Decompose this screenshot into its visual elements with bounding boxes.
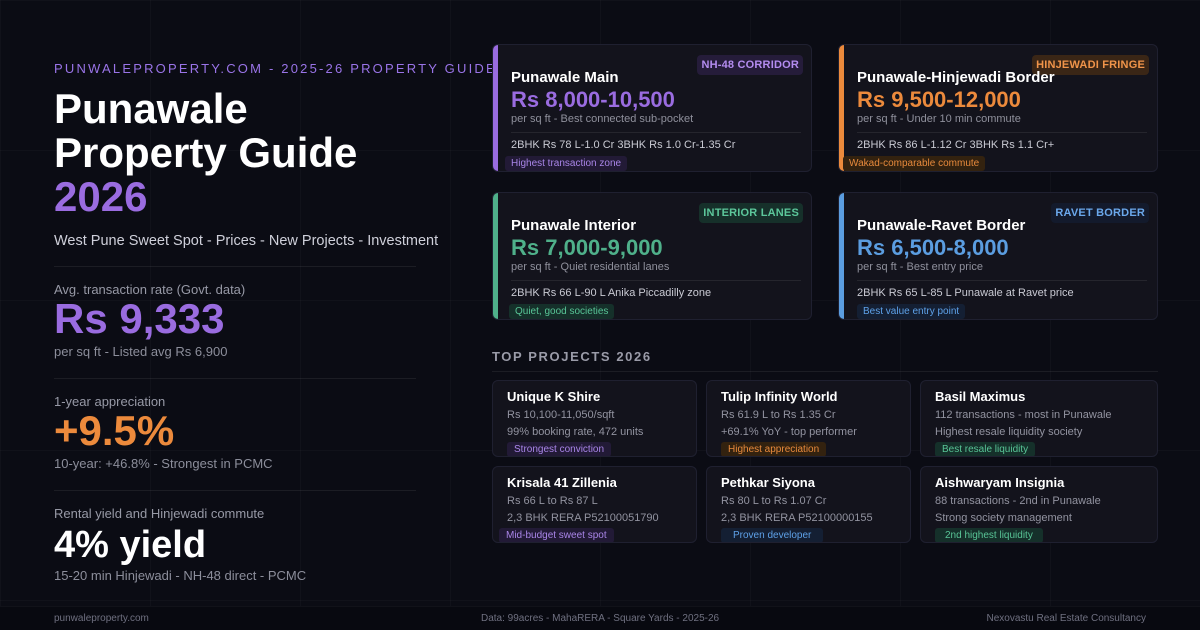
zone-tag: INTERIOR LANES (699, 203, 803, 223)
zone-detail: 2BHK Rs 66 L-90 L Anika Piccadilly zone (511, 287, 712, 299)
zone-price: Rs 7,000-9,000 (511, 235, 663, 260)
divider (54, 490, 416, 491)
stat-note: per sq ft - Listed avg Rs 6,900 (54, 344, 228, 359)
zone-detail: 2BHK Rs 65 L-85 L Punawale at Ravet pric… (857, 287, 1074, 299)
project-badge: Proven developer (721, 528, 824, 542)
zone-name: Punawale Interior (511, 217, 637, 234)
section-title: TOP PROJECTS 2026 (492, 349, 652, 364)
project-card[interactable]: Aishwaryam Insignia 88 transactions - 2n… (920, 466, 1158, 543)
footer: punwaleproperty.com Data: 99acres - Maha… (0, 606, 1200, 630)
zone-name: Punawale-Ravet Border (857, 217, 1026, 234)
project-detail: 2,3 BHK RERA P52100000155 (721, 512, 873, 524)
zone-price: Rs 9,500-12,000 (857, 87, 1021, 112)
stat-note: 15-20 min Hinjewadi - NH-48 direct - PCM… (54, 568, 307, 583)
project-detail: Strong society management (935, 512, 1072, 524)
project-badge: Mid-budget sweet spot (499, 528, 614, 542)
stat-value: +9.5% (54, 407, 175, 454)
zone-separator (857, 132, 1147, 133)
title-line-2: Property Guide (54, 129, 358, 176)
project-detail: Rs 10,100-11,050/sqft (507, 409, 615, 421)
page-title: Punawale Property Guide 2026 (54, 87, 454, 219)
zone-name: Punawale-Hinjewadi Border (857, 69, 1055, 86)
project-badge: Strongest conviction (507, 442, 612, 456)
project-name: Basil Maximus (935, 389, 1026, 404)
zone-card-hinjewadi-border[interactable]: HINJEWADI FRINGE Punawale-Hinjewadi Bord… (838, 44, 1158, 172)
zone-tag: RAVET BORDER (1051, 203, 1149, 223)
divider (54, 266, 416, 267)
project-card[interactable]: Pethkar Siyona Rs 80 L to Rs 1.07 Cr 2,3… (706, 466, 911, 543)
project-name: Pethkar Siyona (721, 475, 815, 490)
stat-note: 10-year: +46.8% - Strongest in PCMC (54, 456, 273, 471)
stat-label: Rental yield and Hinjewadi commute (54, 506, 265, 521)
zone-note: Highest transaction zone (505, 156, 628, 171)
project-name: Tulip Infinity World (721, 389, 838, 404)
zone-accent-bar (493, 193, 498, 319)
stat-value: Rs 9,333 (54, 295, 225, 342)
project-name: Unique K Shire (507, 389, 601, 404)
zone-detail: 2BHK Rs 86 L-1.12 Cr 3BHK Rs 1.1 Cr+ (857, 139, 1055, 151)
zone-note: Quiet, good societies (509, 304, 615, 319)
section-divider (492, 371, 1158, 372)
title-line-1: Punawale (54, 85, 248, 132)
zone-note: Wakad-comparable commute (843, 156, 986, 171)
zone-name: Punawale Main (511, 69, 619, 86)
zone-unit: per sq ft - Best entry price (857, 261, 983, 273)
zone-accent-bar (493, 45, 498, 171)
zone-accent-bar (839, 45, 844, 171)
zone-note: Best value entry point (857, 304, 966, 319)
stat-value: 4% yield (54, 524, 207, 566)
zone-price: Rs 6,500-8,000 (857, 235, 1009, 260)
project-detail: +69.1% YoY - top performer (721, 426, 857, 438)
title-year: 2026 (54, 173, 148, 220)
project-detail: 99% booking rate, 472 units (507, 426, 644, 438)
footer-company: Nexovastu Real Estate Consultancy (986, 613, 1146, 624)
project-card[interactable]: Unique K Shire Rs 10,100-11,050/sqft 99%… (492, 380, 697, 457)
project-card[interactable]: Tulip Infinity World Rs 61.9 L to Rs 1.3… (706, 380, 911, 457)
page-subtitle: West Pune Sweet Spot - Prices - New Proj… (54, 233, 439, 249)
project-detail: Highest resale liquidity society (935, 426, 1083, 438)
project-badge: Highest appreciation (721, 442, 827, 456)
project-detail: Rs 61.9 L to Rs 1.35 Cr (721, 409, 836, 421)
zone-card-ravet-border[interactable]: RAVET BORDER Punawale-Ravet Border Rs 6,… (838, 192, 1158, 320)
project-detail: Rs 66 L to Rs 87 L (507, 495, 598, 507)
zone-separator (857, 280, 1147, 281)
project-name: Aishwaryam Insignia (935, 475, 1065, 490)
project-detail: 88 transactions - 2nd in Punawale (935, 495, 1101, 507)
project-card[interactable]: Basil Maximus 112 transactions - most in… (920, 380, 1158, 457)
zone-detail: 2BHK Rs 78 L-1.0 Cr 3BHK Rs 1.0 Cr-1.35 … (511, 139, 736, 151)
project-detail: 112 transactions - most in Punawale (935, 409, 1112, 421)
footer-site-link[interactable]: punwaleproperty.com (54, 613, 149, 624)
zone-unit: per sq ft - Under 10 min commute (857, 113, 1021, 125)
project-detail: Rs 80 L to Rs 1.07 Cr (721, 495, 827, 507)
project-badge: Best resale liquidity (935, 442, 1036, 456)
divider (54, 378, 416, 379)
zone-accent-bar (839, 193, 844, 319)
project-badge: 2nd highest liquidity (935, 528, 1043, 542)
zone-unit: per sq ft - Best connected sub-pocket (511, 113, 694, 125)
zone-separator (511, 132, 801, 133)
zone-unit: per sq ft - Quiet residential lanes (511, 261, 670, 273)
zone-card-interior[interactable]: INTERIOR LANES Punawale Interior Rs 7,00… (492, 192, 812, 320)
footer-sources: Data: 99acres - MahaRERA - Square Yards … (481, 613, 720, 624)
project-detail: 2,3 BHK RERA P52100051790 (507, 512, 659, 524)
zone-price: Rs 8,000-10,500 (511, 87, 675, 112)
zone-tag: NH-48 CORRIDOR (697, 55, 803, 75)
zone-card-punawale-main[interactable]: NH-48 CORRIDOR Punawale Main Rs 8,000-10… (492, 44, 812, 172)
eyebrow-text: PUNWALEPROPERTY.COM - 2025-26 PROPERTY G… (54, 61, 497, 76)
zone-separator (511, 280, 801, 281)
project-card[interactable]: Krisala 41 Zillenia Rs 66 L to Rs 87 L 2… (492, 466, 697, 543)
project-name: Krisala 41 Zillenia (507, 475, 617, 490)
